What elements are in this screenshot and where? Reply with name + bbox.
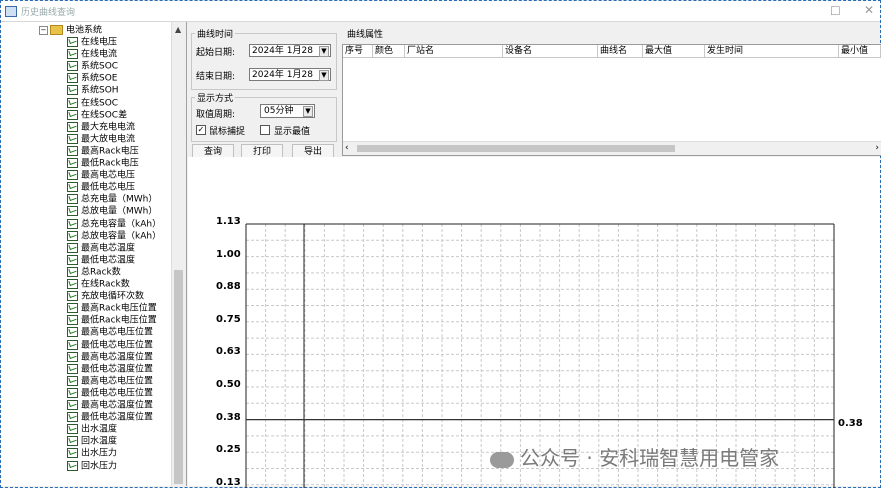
line-value-label: 0.38 xyxy=(838,417,863,429)
y-tick-label: 0.13 xyxy=(216,476,241,488)
history-chart[interactable] xyxy=(0,0,881,488)
y-tick-label: 0.88 xyxy=(216,281,241,293)
wechat-icon xyxy=(490,451,514,468)
watermark: 公众号 · 安科瑞智慧用电管家 xyxy=(490,442,779,471)
watermark-text: 公众号 · 安科瑞智慧用电管家 xyxy=(520,446,780,470)
y-tick-label: 0.38 xyxy=(216,411,241,423)
y-tick-label: 0.63 xyxy=(216,346,241,358)
y-tick-label: 0.75 xyxy=(216,313,241,325)
y-tick-label: 1.13 xyxy=(216,216,241,227)
y-tick-label: 1.00 xyxy=(216,248,241,260)
y-tick-label: 0.50 xyxy=(216,379,241,390)
y-tick-label: 0.25 xyxy=(216,444,241,456)
